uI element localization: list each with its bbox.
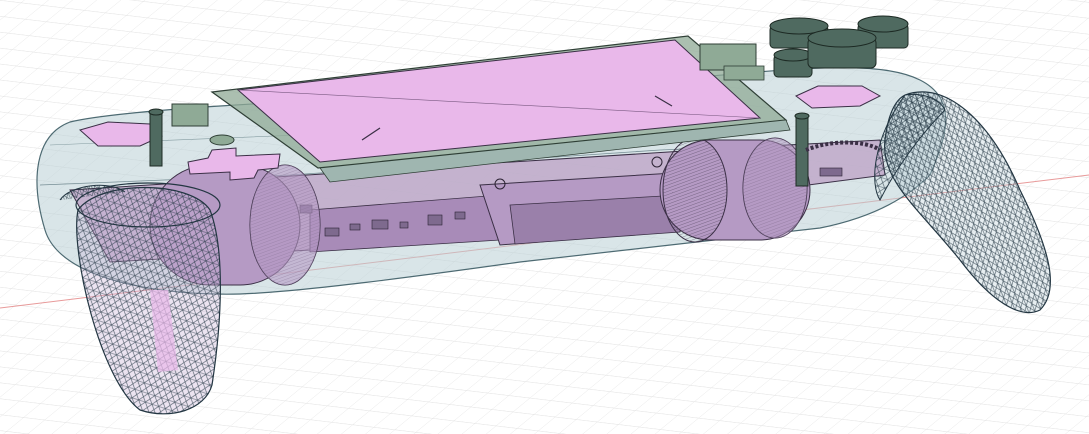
3d-viewport[interactable]: [0, 0, 1089, 434]
small-button: [209, 134, 235, 146]
right-speaker-cylinders[interactable]: [659, 137, 811, 243]
viewport-canvas[interactable]: [0, 0, 1089, 434]
right-post: [795, 115, 809, 187]
left-shoulder-button: [171, 103, 209, 127]
left-post: [149, 111, 163, 167]
